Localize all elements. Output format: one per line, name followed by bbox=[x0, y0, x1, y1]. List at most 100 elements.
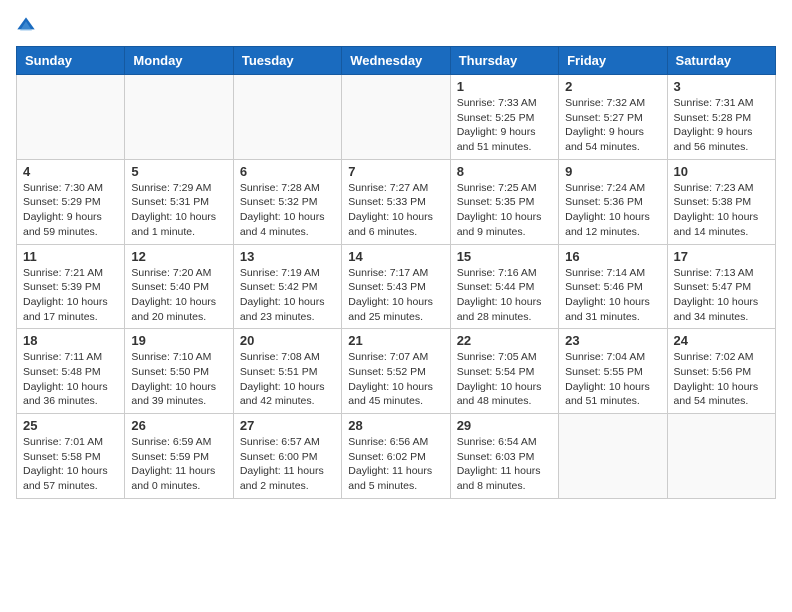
calendar-week-row: 1 Sunrise: 7:33 AM Sunset: 5:25 PM Daylig… bbox=[17, 75, 776, 160]
day-number: 1 bbox=[457, 79, 552, 94]
weekday-header: Wednesday bbox=[342, 47, 450, 75]
calendar-cell: 5 Sunrise: 7:29 AM Sunset: 5:31 PM Daylig… bbox=[125, 159, 233, 244]
day-number: 24 bbox=[674, 333, 769, 348]
calendar-cell bbox=[667, 414, 775, 499]
day-detail: Sunrise: 7:30 AM Sunset: 5:29 PM Dayligh… bbox=[23, 181, 118, 240]
calendar-cell: 11 Sunrise: 7:21 AM Sunset: 5:39 PM Dayli… bbox=[17, 244, 125, 329]
day-detail: Sunrise: 6:54 AM Sunset: 6:03 PM Dayligh… bbox=[457, 435, 552, 494]
calendar-cell: 1 Sunrise: 7:33 AM Sunset: 5:25 PM Daylig… bbox=[450, 75, 558, 160]
calendar-cell: 21 Sunrise: 7:07 AM Sunset: 5:52 PM Dayli… bbox=[342, 329, 450, 414]
calendar-cell bbox=[559, 414, 667, 499]
calendar-cell: 2 Sunrise: 7:32 AM Sunset: 5:27 PM Daylig… bbox=[559, 75, 667, 160]
calendar-cell: 14 Sunrise: 7:17 AM Sunset: 5:43 PM Dayli… bbox=[342, 244, 450, 329]
day-number: 15 bbox=[457, 249, 552, 264]
calendar-week-row: 25 Sunrise: 7:01 AM Sunset: 5:58 PM Dayli… bbox=[17, 414, 776, 499]
calendar-cell: 24 Sunrise: 7:02 AM Sunset: 5:56 PM Dayli… bbox=[667, 329, 775, 414]
day-number: 6 bbox=[240, 164, 335, 179]
day-number: 18 bbox=[23, 333, 118, 348]
day-detail: Sunrise: 7:24 AM Sunset: 5:36 PM Dayligh… bbox=[565, 181, 660, 240]
day-detail: Sunrise: 7:02 AM Sunset: 5:56 PM Dayligh… bbox=[674, 350, 769, 409]
day-detail: Sunrise: 7:07 AM Sunset: 5:52 PM Dayligh… bbox=[348, 350, 443, 409]
calendar-cell: 8 Sunrise: 7:25 AM Sunset: 5:35 PM Daylig… bbox=[450, 159, 558, 244]
day-detail: Sunrise: 7:14 AM Sunset: 5:46 PM Dayligh… bbox=[565, 266, 660, 325]
calendar-week-row: 11 Sunrise: 7:21 AM Sunset: 5:39 PM Dayli… bbox=[17, 244, 776, 329]
day-detail: Sunrise: 6:56 AM Sunset: 6:02 PM Dayligh… bbox=[348, 435, 443, 494]
calendar-cell: 16 Sunrise: 7:14 AM Sunset: 5:46 PM Dayli… bbox=[559, 244, 667, 329]
day-number: 8 bbox=[457, 164, 552, 179]
calendar-cell: 15 Sunrise: 7:16 AM Sunset: 5:44 PM Dayli… bbox=[450, 244, 558, 329]
calendar-cell: 18 Sunrise: 7:11 AM Sunset: 5:48 PM Dayli… bbox=[17, 329, 125, 414]
calendar-cell bbox=[125, 75, 233, 160]
day-number: 25 bbox=[23, 418, 118, 433]
day-detail: Sunrise: 7:23 AM Sunset: 5:38 PM Dayligh… bbox=[674, 181, 769, 240]
day-detail: Sunrise: 6:59 AM Sunset: 5:59 PM Dayligh… bbox=[131, 435, 226, 494]
day-detail: Sunrise: 7:01 AM Sunset: 5:58 PM Dayligh… bbox=[23, 435, 118, 494]
weekday-header: Monday bbox=[125, 47, 233, 75]
day-detail: Sunrise: 7:05 AM Sunset: 5:54 PM Dayligh… bbox=[457, 350, 552, 409]
calendar-cell bbox=[17, 75, 125, 160]
calendar-cell: 25 Sunrise: 7:01 AM Sunset: 5:58 PM Dayli… bbox=[17, 414, 125, 499]
calendar-cell: 28 Sunrise: 6:56 AM Sunset: 6:02 PM Dayli… bbox=[342, 414, 450, 499]
day-number: 21 bbox=[348, 333, 443, 348]
day-number: 3 bbox=[674, 79, 769, 94]
day-detail: Sunrise: 7:27 AM Sunset: 5:33 PM Dayligh… bbox=[348, 181, 443, 240]
day-detail: Sunrise: 7:16 AM Sunset: 5:44 PM Dayligh… bbox=[457, 266, 552, 325]
calendar-cell: 23 Sunrise: 7:04 AM Sunset: 5:55 PM Dayli… bbox=[559, 329, 667, 414]
calendar-cell: 6Sunrise: 7:28 AM Sunset: 5:32 PM Daylig… bbox=[233, 159, 341, 244]
day-number: 27 bbox=[240, 418, 335, 433]
weekday-header: Tuesday bbox=[233, 47, 341, 75]
calendar-cell: 4 Sunrise: 7:30 AM Sunset: 5:29 PM Daylig… bbox=[17, 159, 125, 244]
day-number: 2 bbox=[565, 79, 660, 94]
day-detail: Sunrise: 7:33 AM Sunset: 5:25 PM Dayligh… bbox=[457, 96, 552, 155]
day-number: 16 bbox=[565, 249, 660, 264]
calendar-week-row: 18 Sunrise: 7:11 AM Sunset: 5:48 PM Dayli… bbox=[17, 329, 776, 414]
page-header bbox=[16, 16, 776, 36]
day-number: 20 bbox=[240, 333, 335, 348]
day-detail: Sunrise: 7:32 AM Sunset: 5:27 PM Dayligh… bbox=[565, 96, 660, 155]
day-detail: Sunrise: 7:08 AM Sunset: 5:51 PM Dayligh… bbox=[240, 350, 335, 409]
weekday-header: Thursday bbox=[450, 47, 558, 75]
day-number: 17 bbox=[674, 249, 769, 264]
day-number: 14 bbox=[348, 249, 443, 264]
calendar-cell: 3 Sunrise: 7:31 AM Sunset: 5:28 PM Daylig… bbox=[667, 75, 775, 160]
day-detail: Sunrise: 7:04 AM Sunset: 5:55 PM Dayligh… bbox=[565, 350, 660, 409]
day-detail: Sunrise: 7:20 AM Sunset: 5:40 PM Dayligh… bbox=[131, 266, 226, 325]
day-detail: Sunrise: 7:13 AM Sunset: 5:47 PM Dayligh… bbox=[674, 266, 769, 325]
calendar-cell: 7 Sunrise: 7:27 AM Sunset: 5:33 PM Daylig… bbox=[342, 159, 450, 244]
calendar-cell: 13 Sunrise: 7:19 AM Sunset: 5:42 PM Dayli… bbox=[233, 244, 341, 329]
calendar-cell: 20 Sunrise: 7:08 AM Sunset: 5:51 PM Dayli… bbox=[233, 329, 341, 414]
day-number: 7 bbox=[348, 164, 443, 179]
day-number: 13 bbox=[240, 249, 335, 264]
calendar-cell bbox=[342, 75, 450, 160]
calendar-cell: 27Sunrise: 6:57 AM Sunset: 6:00 PM Dayli… bbox=[233, 414, 341, 499]
day-number: 5 bbox=[131, 164, 226, 179]
day-number: 26 bbox=[131, 418, 226, 433]
logo bbox=[16, 16, 40, 36]
calendar-cell: 17 Sunrise: 7:13 AM Sunset: 5:47 PM Dayli… bbox=[667, 244, 775, 329]
logo-icon bbox=[16, 16, 36, 36]
day-detail: Sunrise: 7:11 AM Sunset: 5:48 PM Dayligh… bbox=[23, 350, 118, 409]
calendar-cell: 19Sunrise: 7:10 AM Sunset: 5:50 PM Dayli… bbox=[125, 329, 233, 414]
day-number: 22 bbox=[457, 333, 552, 348]
day-detail: Sunrise: 7:10 AM Sunset: 5:50 PM Dayligh… bbox=[131, 350, 226, 409]
day-number: 11 bbox=[23, 249, 118, 264]
day-number: 4 bbox=[23, 164, 118, 179]
day-number: 23 bbox=[565, 333, 660, 348]
weekday-header: Sunday bbox=[17, 47, 125, 75]
calendar-week-row: 4 Sunrise: 7:30 AM Sunset: 5:29 PM Daylig… bbox=[17, 159, 776, 244]
calendar-table: SundayMondayTuesdayWednesdayThursdayFrid… bbox=[16, 46, 776, 499]
day-number: 12 bbox=[131, 249, 226, 264]
day-detail: Sunrise: 7:19 AM Sunset: 5:42 PM Dayligh… bbox=[240, 266, 335, 325]
day-detail: Sunrise: 7:21 AM Sunset: 5:39 PM Dayligh… bbox=[23, 266, 118, 325]
calendar-cell bbox=[233, 75, 341, 160]
calendar-cell: 22 Sunrise: 7:05 AM Sunset: 5:54 PM Dayli… bbox=[450, 329, 558, 414]
day-detail: Sunrise: 7:25 AM Sunset: 5:35 PM Dayligh… bbox=[457, 181, 552, 240]
calendar-cell: 29Sunrise: 6:54 AM Sunset: 6:03 PM Dayli… bbox=[450, 414, 558, 499]
calendar-cell: 12 Sunrise: 7:20 AM Sunset: 5:40 PM Dayli… bbox=[125, 244, 233, 329]
day-detail: Sunrise: 7:17 AM Sunset: 5:43 PM Dayligh… bbox=[348, 266, 443, 325]
day-number: 28 bbox=[348, 418, 443, 433]
day-detail: Sunrise: 7:29 AM Sunset: 5:31 PM Dayligh… bbox=[131, 181, 226, 240]
calendar-header-row: SundayMondayTuesdayWednesdayThursdayFrid… bbox=[17, 47, 776, 75]
day-detail: Sunrise: 7:31 AM Sunset: 5:28 PM Dayligh… bbox=[674, 96, 769, 155]
calendar-cell: 9Sunrise: 7:24 AM Sunset: 5:36 PM Daylig… bbox=[559, 159, 667, 244]
